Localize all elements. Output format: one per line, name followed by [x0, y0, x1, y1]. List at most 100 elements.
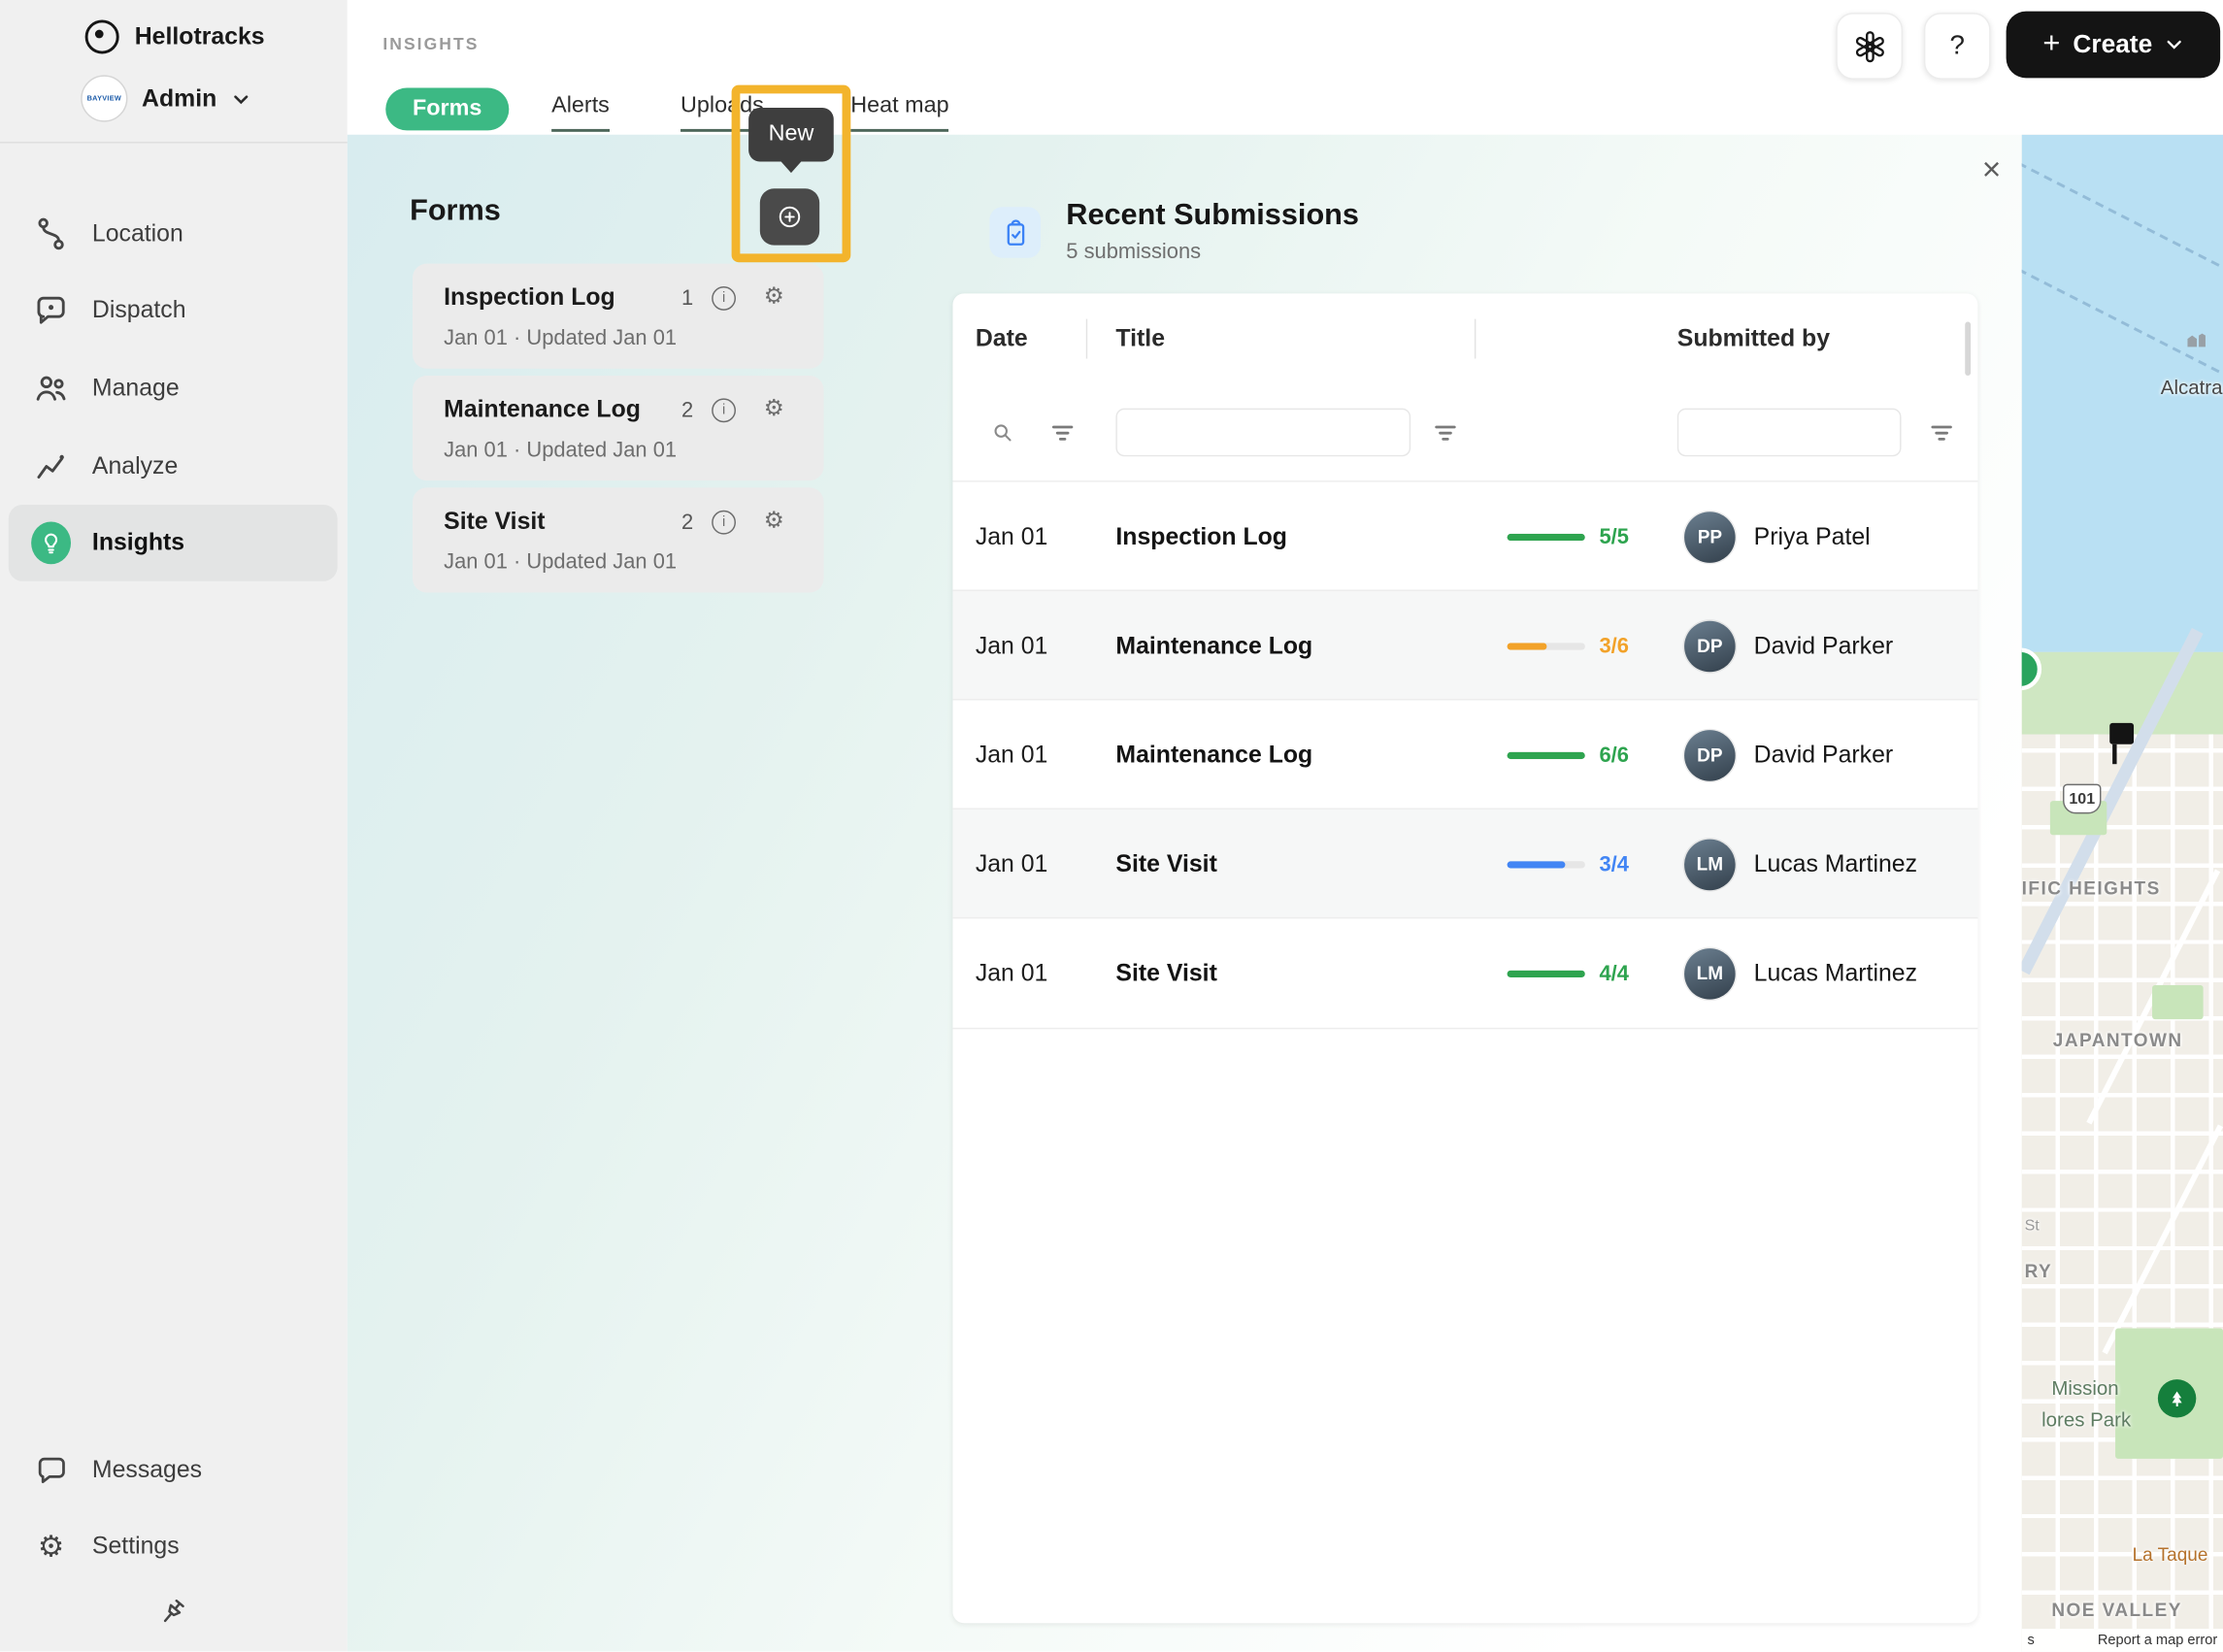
sidebar-item-label: Manage: [91, 374, 180, 402]
route-icon: [31, 215, 71, 252]
gear-icon[interactable]: ⚙: [764, 506, 784, 534]
sidebar-item-label: Messages: [91, 1455, 203, 1483]
info-icon[interactable]: i: [712, 286, 736, 311]
chevron-down-icon: [2167, 40, 2182, 50]
map-report-error-link[interactable]: Report a map error: [2098, 1633, 2217, 1648]
map-marker-flag[interactable]: [2109, 722, 2135, 765]
form-card-inspection-log[interactable]: Inspection Log 1 i ⚙ Jan 01 · Updated Ja…: [413, 263, 824, 369]
map-label-mission-dolores-2: lores Park: [2041, 1407, 2132, 1431]
table-row[interactable]: Jan 01 Maintenance Log 6/6 DP David Park…: [952, 699, 1978, 809]
sidebar-item-location[interactable]: Location: [9, 196, 338, 273]
help-button[interactable]: ?: [1923, 13, 1991, 80]
sidebar-item-analyze[interactable]: Analyze: [9, 428, 338, 505]
row-title: Inspection Log: [1115, 522, 1287, 549]
chevron-down-icon: [234, 94, 249, 104]
account-switcher[interactable]: BAYVIEW Admin: [81, 75, 250, 122]
ai-assistant-button[interactable]: [1836, 13, 1903, 80]
column-header-submitted-by: Submitted by: [1676, 324, 1831, 352]
progress-label: 3/6: [1599, 633, 1629, 658]
map-label-district: RY: [2024, 1260, 2053, 1282]
pushpin-icon: [163, 1599, 184, 1623]
sidebar-item-label: Settings: [91, 1532, 180, 1560]
info-icon[interactable]: i: [712, 510, 736, 535]
circle-plus-icon: [779, 206, 801, 228]
sidebar-item-dispatch[interactable]: Dispatch: [9, 272, 338, 348]
sidebar-item-insights[interactable]: Insights: [8, 504, 338, 581]
pin-sidebar-button[interactable]: [148, 1591, 196, 1636]
clipboard-icon: [989, 207, 1042, 258]
close-icon[interactable]: ×: [1982, 152, 2002, 186]
map-attribution-bar: s Report a map error: [2021, 1629, 2223, 1652]
title-filter-input[interactable]: [1115, 408, 1411, 457]
openai-icon: [1855, 30, 1884, 62]
map-label-mission-dolores-1: Mission: [2051, 1376, 2119, 1400]
new-form-button[interactable]: [759, 188, 820, 246]
gear-icon[interactable]: ⚙: [764, 394, 784, 422]
progress-bar: [1507, 969, 1585, 977]
form-name: Site Visit: [444, 507, 546, 535]
table-row[interactable]: Jan 01 Site Visit 4/4 LM Lucas Martinez: [952, 916, 1978, 1030]
brand-name: Hellotracks: [134, 22, 265, 50]
help-label: ?: [1949, 30, 1965, 61]
sidebar-item-messages[interactable]: Messages: [9, 1432, 338, 1508]
form-name: Maintenance Log: [444, 395, 641, 423]
map-label-street: St: [2024, 1217, 2040, 1236]
table-row[interactable]: Jan 01 Maintenance Log 3/6 DP David Park…: [952, 589, 1978, 701]
landmark-icon: [2186, 330, 2207, 348]
tooltip-arrow: [780, 160, 803, 174]
page-title: INSIGHTS: [382, 34, 480, 54]
sidebar-divider: [0, 142, 348, 144]
tab-heat-map[interactable]: Heat map: [850, 93, 949, 132]
filter-icon-title[interactable]: [1420, 409, 1469, 457]
avatar: LM: [1684, 947, 1736, 999]
create-label: Create: [2073, 29, 2153, 58]
info-icon[interactable]: i: [712, 398, 736, 423]
row-date: Jan 01: [975, 959, 1048, 986]
form-name: Inspection Log: [444, 283, 615, 311]
tab-forms[interactable]: Forms: [385, 87, 510, 131]
ferry-route-line: [2021, 149, 2223, 300]
row-date: Jan 01: [975, 522, 1048, 549]
sidebar-item-label: Location: [91, 219, 183, 248]
chat-icon: [31, 1452, 71, 1488]
submissions-subtitle: 5 submissions: [1066, 239, 1202, 264]
hellotracks-logo-icon: [84, 19, 119, 54]
submissions-table: Date Title Submitted by Jan 01 Inspectio…: [952, 293, 1978, 1624]
row-date: Jan 01: [975, 631, 1048, 659]
search-icon[interactable]: [979, 409, 1027, 457]
progress-bar: [1507, 860, 1585, 868]
gear-icon[interactable]: ⚙: [764, 282, 784, 311]
column-divider: [1085, 318, 1088, 359]
form-card-site-visit[interactable]: Site Visit 2 i ⚙ Jan 01 · Updated Jan 01: [413, 487, 824, 593]
dispatch-icon: [31, 292, 71, 329]
table-row[interactable]: Jan 01 Site Visit 3/4 LM Lucas Martinez: [952, 808, 1978, 919]
column-header-date: Date: [975, 324, 1028, 352]
row-submitter: Lucas Martinez: [1753, 849, 1918, 877]
sidebar-item-settings[interactable]: ⚙ Settings: [9, 1508, 338, 1585]
form-meta: Jan 01 · Updated Jan 01: [444, 325, 678, 350]
map[interactable]: Alcatra 101 IFIC HEIGHTS JAPANTOWN St RY…: [2021, 134, 2223, 1652]
sidebar-item-label: Dispatch: [91, 296, 186, 323]
form-meta: Jan 01 · Updated Jan 01: [444, 549, 678, 575]
scrollbar-thumb[interactable]: [1965, 321, 1972, 377]
row-submitter: Lucas Martinez: [1753, 959, 1918, 986]
table-row[interactable]: Jan 01 Inspection Log 5/5 PP Priya Patel: [952, 480, 1978, 591]
map-label-la-taqueria: La Taque: [2132, 1543, 2208, 1566]
forms-panel-title: Forms: [410, 194, 501, 227]
map-label-noe-valley: NOE VALLEY: [2051, 1599, 2182, 1621]
submitted-by-filter-input[interactable]: [1676, 408, 1902, 457]
filter-icon-date[interactable]: [1038, 409, 1086, 457]
progress-label: 4/4: [1599, 961, 1629, 986]
sidebar-item-manage[interactable]: Manage: [9, 350, 338, 427]
create-button[interactable]: + Create: [2006, 11, 2221, 79]
tab-alerts[interactable]: Alerts: [551, 93, 610, 132]
map-park: [2152, 985, 2204, 1020]
map-label-japantown: JAPANTOWN: [2052, 1029, 2183, 1051]
new-tooltip: New: [748, 107, 834, 162]
filter-icon-submitted-by[interactable]: [1917, 409, 1966, 457]
column-divider: [1474, 318, 1476, 359]
form-card-maintenance-log[interactable]: Maintenance Log 2 i ⚙ Jan 01 · Updated J…: [413, 376, 824, 481]
progress-label: 3/4: [1599, 851, 1629, 876]
progress-bar: [1507, 642, 1585, 649]
form-meta: Jan 01 · Updated Jan 01: [444, 438, 678, 463]
